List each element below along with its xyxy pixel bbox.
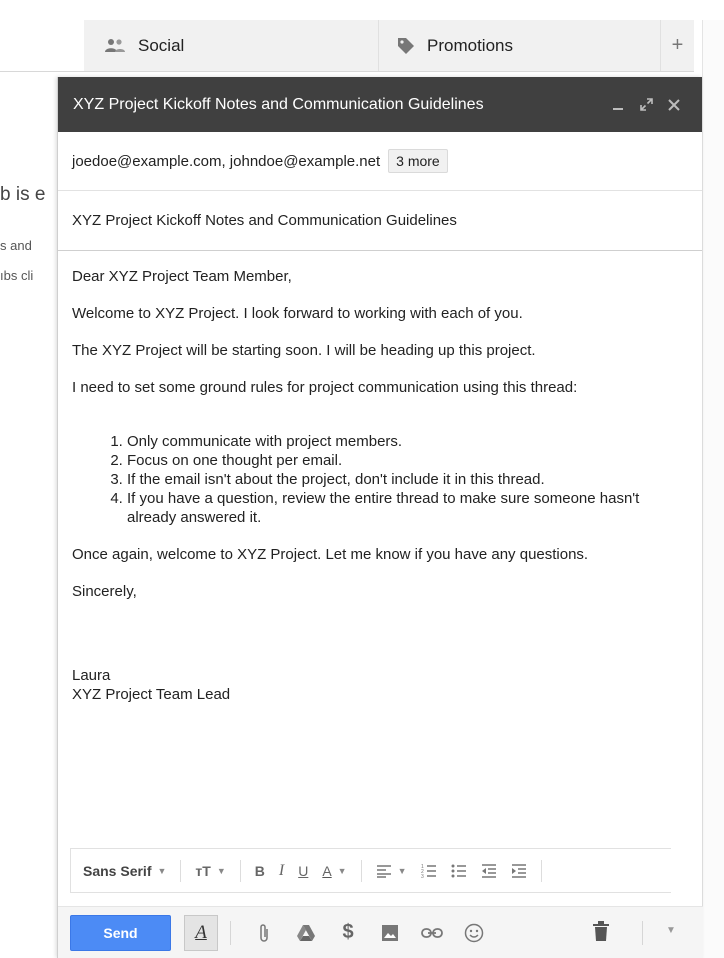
trash-icon xyxy=(593,921,609,941)
link-icon xyxy=(421,927,443,938)
fullscreen-button[interactable] xyxy=(632,98,660,111)
page-scrollbar[interactable] xyxy=(702,20,724,958)
compose-title: XYZ Project Kickoff Notes and Communicat… xyxy=(73,95,484,113)
dollar-icon: $ xyxy=(342,921,354,943)
tab-promotions[interactable]: Promotions xyxy=(378,20,660,71)
list-item: Only communicate with project members. xyxy=(127,432,688,451)
people-icon xyxy=(104,38,126,54)
tag-icon xyxy=(397,37,415,55)
inbox-search-area xyxy=(0,20,84,72)
emoji-icon xyxy=(464,923,484,942)
insert-link-button[interactable] xyxy=(411,927,453,939)
body-paragraph: Once again, welcome to XYZ Project. Let … xyxy=(72,546,589,563)
add-tab-button[interactable]: + xyxy=(660,20,694,71)
closing: Sincerely, xyxy=(72,583,137,600)
rules-list: Only communicate with project members. F… xyxy=(127,432,688,527)
bulleted-list-button[interactable] xyxy=(451,863,467,879)
subject-field[interactable]: XYZ Project Kickoff Notes and Communicat… xyxy=(58,191,702,251)
minimize-icon xyxy=(613,107,623,110)
message-body[interactable]: Dear XYZ Project Team Member, Welcome to… xyxy=(58,251,702,704)
insert-drive-file-button[interactable] xyxy=(285,924,327,942)
font-family-select[interactable]: Sans Serif ▼ xyxy=(83,863,166,879)
more-options-button[interactable]: ▼ xyxy=(666,925,676,936)
chevron-down-icon: ▼ xyxy=(337,865,347,876)
paperclip-icon xyxy=(260,923,268,942)
formatting-toolbar: Sans Serif ▼ ᴛT ▼ B I U A ▼ ▼ 123 xyxy=(70,848,671,893)
bulleted-list-icon xyxy=(451,864,466,877)
list-item: If the email isn't about the project, do… xyxy=(127,470,688,489)
compose-window: XYZ Project Kickoff Notes and Communicat… xyxy=(57,77,703,958)
signature-title: XYZ Project Team Lead xyxy=(72,686,231,703)
greeting: Dear XYZ Project Team Member, xyxy=(72,268,292,285)
chevron-down-icon: ▼ xyxy=(397,865,407,876)
indent-less-icon xyxy=(481,863,496,878)
italic-button[interactable]: I xyxy=(279,862,284,880)
list-item: Focus on one thought per email. xyxy=(127,451,688,470)
formatting-options-button[interactable]: A xyxy=(184,914,218,951)
chevron-down-icon: ▼ xyxy=(157,865,167,876)
indent-less-button[interactable] xyxy=(481,863,497,878)
underline-button[interactable]: U xyxy=(298,863,308,879)
subject-text: XYZ Project Kickoff Notes and Communicat… xyxy=(72,212,457,229)
compose-action-bar: Send A $ ▼ xyxy=(58,906,703,958)
body-paragraph: Welcome to XYZ Project. I look forward t… xyxy=(72,305,523,322)
insert-photo-button[interactable] xyxy=(369,924,411,942)
background-text-fragment: s and xyxy=(0,238,32,253)
insert-emoji-button[interactable] xyxy=(453,923,495,943)
close-icon xyxy=(668,98,680,111)
recipients-text: joedoe@example.com, johndoe@example.net xyxy=(72,152,381,170)
chevron-down-icon: ▼ xyxy=(216,865,226,876)
text-color-icon: A xyxy=(322,862,332,879)
close-button[interactable] xyxy=(660,98,688,111)
tab-social[interactable]: Social xyxy=(84,20,378,71)
compose-titlebar[interactable]: XYZ Project Kickoff Notes and Communicat… xyxy=(58,77,702,132)
align-button[interactable]: ▼ xyxy=(376,864,407,878)
numbered-list-icon: 123 xyxy=(421,864,436,879)
font-family-label: Sans Serif xyxy=(83,862,152,879)
chevron-down-icon: ▼ xyxy=(666,925,676,936)
attach-file-button[interactable] xyxy=(243,923,285,943)
photo-icon xyxy=(382,924,398,941)
text-color-button[interactable]: A ▼ xyxy=(322,863,346,879)
send-money-button[interactable]: $ xyxy=(327,921,369,944)
bold-button[interactable]: B xyxy=(255,863,265,879)
body-paragraph: I need to set some ground rules for proj… xyxy=(72,379,578,396)
numbered-list-button[interactable]: 123 xyxy=(421,863,437,879)
indent-more-icon xyxy=(511,863,526,878)
minimize-button[interactable] xyxy=(604,99,632,111)
signature-name: Laura xyxy=(72,667,111,684)
background-text-fragment: ıbs cli xyxy=(0,268,34,283)
list-item: If you have a question, review the entir… xyxy=(127,489,688,527)
font-size-button[interactable]: ᴛT ▼ xyxy=(195,863,225,879)
body-paragraph: The XYZ Project will be starting soon. I… xyxy=(72,342,536,359)
more-recipients-chip[interactable]: 3 more xyxy=(388,149,448,173)
svg-text:3: 3 xyxy=(421,874,424,879)
tab-promotions-label: Promotions xyxy=(427,35,513,55)
discard-draft-button[interactable] xyxy=(593,921,609,946)
tab-social-label: Social xyxy=(138,35,185,55)
indent-more-button[interactable] xyxy=(511,863,527,878)
background-text-fragment: b is e xyxy=(0,184,46,205)
recipients-field[interactable]: joedoe@example.com, johndoe@example.net … xyxy=(58,132,702,191)
expand-icon xyxy=(639,98,653,111)
align-left-icon xyxy=(376,864,391,878)
font-size-icon: ᴛT xyxy=(195,862,211,879)
drive-icon xyxy=(297,924,315,941)
inbox-tabs: Social Promotions + xyxy=(84,20,694,72)
send-button[interactable]: Send xyxy=(70,914,171,951)
